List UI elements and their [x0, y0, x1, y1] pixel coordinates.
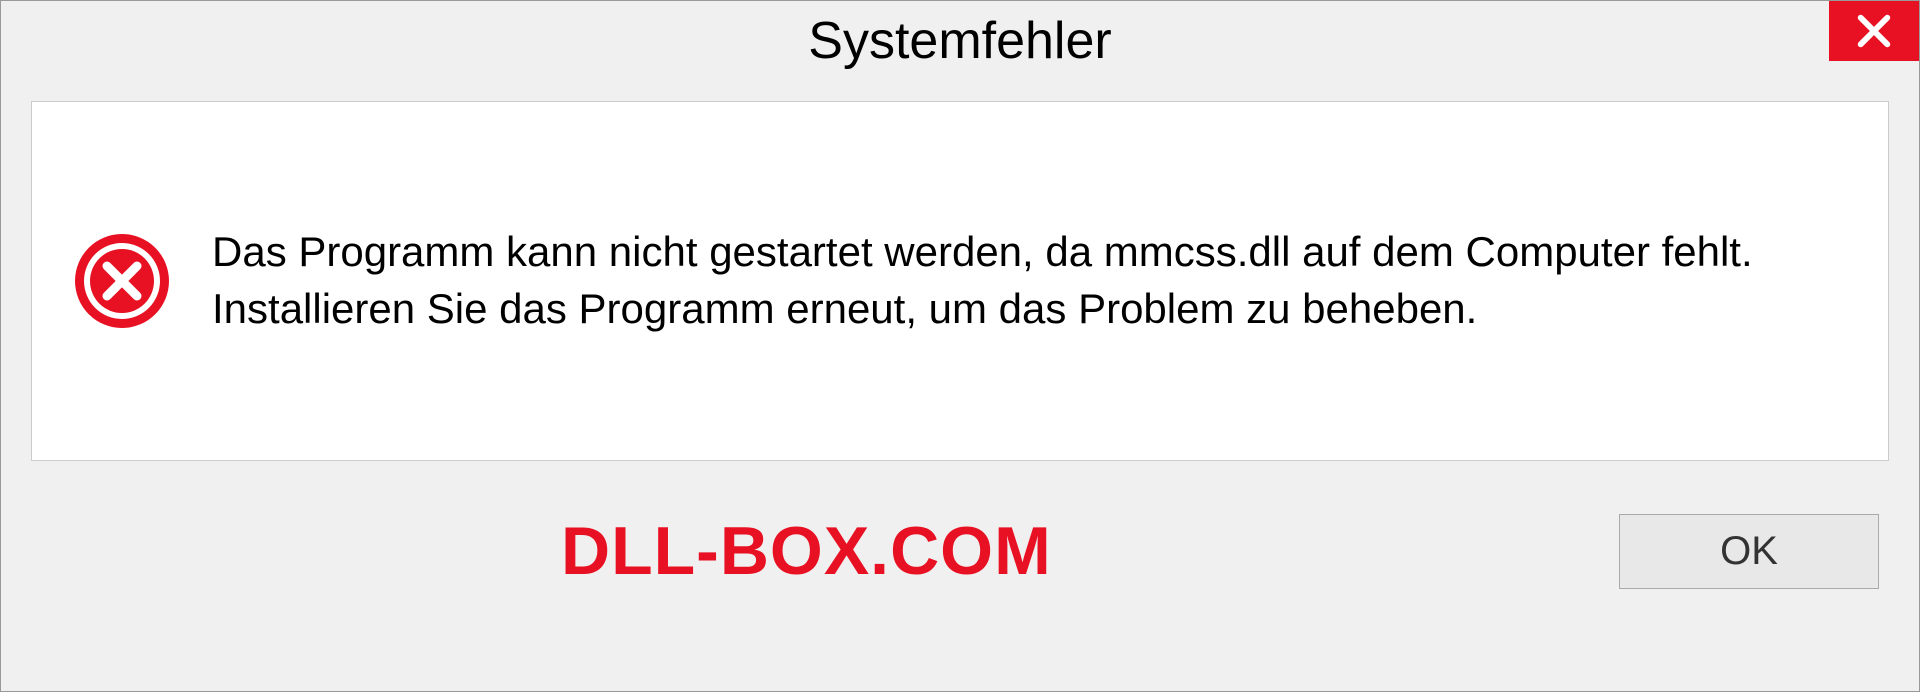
- dialog-title: Systemfehler: [808, 11, 1111, 71]
- title-bar: Systemfehler: [1, 1, 1919, 81]
- ok-button[interactable]: OK: [1619, 514, 1879, 589]
- dialog-content: Das Programm kann nicht gestartet werden…: [31, 101, 1889, 461]
- error-icon: [72, 231, 172, 331]
- ok-button-label: OK: [1720, 529, 1778, 574]
- error-dialog: Systemfehler Das Programm kann nicht ges…: [0, 0, 1920, 692]
- button-row: DLL-BOX.COM OK: [1, 461, 1919, 641]
- error-message: Das Programm kann nicht gestartet werden…: [212, 224, 1848, 337]
- watermark-text: DLL-BOX.COM: [561, 512, 1052, 590]
- close-button[interactable]: [1829, 1, 1919, 61]
- close-icon: [1854, 11, 1894, 51]
